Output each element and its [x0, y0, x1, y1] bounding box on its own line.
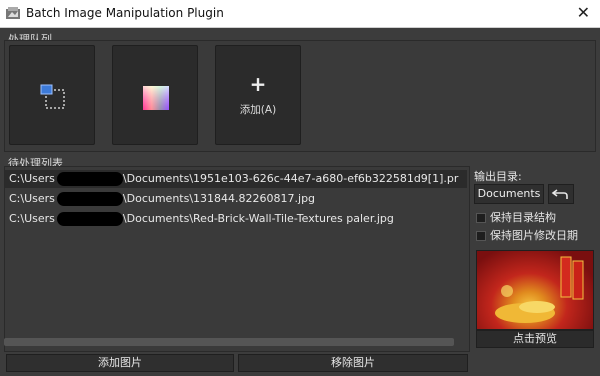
file-path-suffix: \Documents\131844.82260817.jpg — [122, 192, 316, 205]
list-item[interactable]: C:\Users \Documents\Red-Brick-Wall-Tile-T… — [9, 210, 394, 228]
file-path-prefix: C:\Users — [9, 172, 55, 185]
undo-icon — [551, 189, 568, 199]
app-icon — [6, 7, 20, 19]
list-item[interactable]: C:\Users \Documents\131844.82260817.jpg — [9, 190, 315, 208]
horizontal-scrollbar[interactable] — [4, 338, 454, 346]
queue-panel: + 添加(A) — [4, 40, 596, 152]
redaction-mark — [56, 172, 123, 186]
preview-image[interactable] — [476, 250, 594, 330]
output-dir-label: 输出目录: — [474, 170, 522, 183]
keep-structure-checkbox[interactable]: 保持目录结构 — [476, 210, 556, 226]
preview-button[interactable]: 点击预览 — [476, 330, 594, 348]
title-bar: Batch Image Manipulation Plugin ✕ — [0, 0, 600, 28]
file-path-prefix: C:\Users — [9, 192, 55, 205]
keep-dates-checkbox[interactable]: 保持图片修改日期 — [476, 228, 578, 244]
crop-step-button[interactable] — [9, 45, 95, 145]
add-image-button[interactable]: 添加图片 — [6, 354, 234, 372]
file-path-suffix: \Documents\Red-Brick-Wall-Tile-Textures … — [122, 212, 394, 225]
checkbox-box — [476, 213, 486, 223]
file-list[interactable]: C:\Users \Documents\1951e103-626c-44e7-a6… — [4, 166, 470, 352]
color-icon — [143, 86, 169, 110]
color-step-button[interactable] — [112, 45, 198, 145]
crop-icon — [40, 84, 65, 109]
add-step-button[interactable]: + 添加(A) — [215, 45, 301, 145]
preview-thumbnail — [495, 256, 584, 323]
remove-image-button[interactable]: 移除图片 — [238, 354, 468, 372]
checkbox-box — [476, 231, 486, 241]
close-icon[interactable]: ✕ — [577, 3, 590, 22]
file-path-suffix: \Documents\1951e103-626c-44e7-a680-ef6b3… — [122, 172, 459, 185]
redaction-mark — [56, 192, 123, 206]
add-step-label: 添加(A) — [239, 104, 277, 116]
output-directory-button[interactable]: Documents — [474, 184, 544, 204]
output-panel: 输出目录: Documents 保持目录结构 保持图片修改日期 点击预览 — [472, 166, 596, 352]
redaction-mark — [56, 212, 123, 226]
add-icon: + — [249, 72, 267, 96]
list-item[interactable]: C:\Users \Documents\1951e103-626c-44e7-a6… — [5, 170, 467, 188]
file-path-prefix: C:\Users — [9, 212, 55, 225]
keep-structure-label: 保持目录结构 — [490, 211, 556, 224]
keep-dates-label: 保持图片修改日期 — [490, 229, 578, 242]
window-title: Batch Image Manipulation Plugin — [26, 6, 224, 20]
reset-directory-button[interactable] — [548, 184, 574, 204]
